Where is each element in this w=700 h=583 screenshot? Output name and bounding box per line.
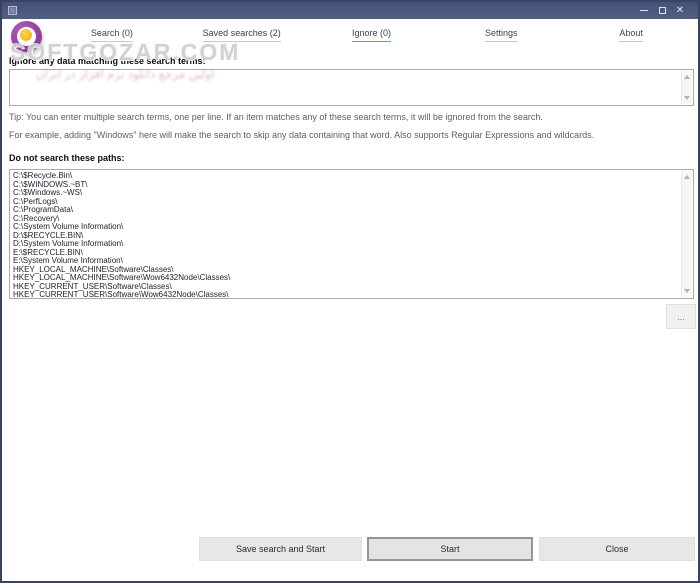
- maximize-icon: [658, 7, 666, 14]
- scroll-down-icon[interactable]: [684, 96, 690, 100]
- ignore-terms-textarea[interactable]: [9, 69, 694, 106]
- titlebar: ✕: [2, 2, 698, 19]
- maximize-button[interactable]: [653, 2, 671, 19]
- tab-about-label: About: [619, 28, 643, 42]
- scroll-down-icon[interactable]: [684, 289, 690, 293]
- start-button[interactable]: Start: [367, 537, 533, 561]
- browse-paths-button[interactable]: ...: [666, 304, 696, 329]
- window-controls: ✕: [635, 2, 698, 19]
- ignore-tip-text: Tip: You can enter multiple search terms…: [9, 112, 543, 122]
- excluded-paths-scrollbar[interactable]: [681, 171, 692, 297]
- scroll-up-icon[interactable]: [684, 75, 690, 79]
- ignore-terms-text: [13, 72, 679, 104]
- excluded-paths-textarea[interactable]: C:\$Recycle.Bin\ C:\$WINDOWS.~BT\ C:\$Wi…: [9, 169, 694, 299]
- tab-search[interactable]: Search (0): [47, 28, 177, 42]
- close-button[interactable]: ✕: [671, 2, 689, 19]
- app-icon: [8, 6, 17, 15]
- tab-about[interactable]: About: [566, 28, 696, 42]
- minimize-icon: [640, 10, 648, 11]
- logo-dot: [20, 29, 32, 41]
- app-window: ✕ Search (0) Saved searches (2) Ignore (…: [0, 0, 700, 583]
- tab-settings-label: Settings: [485, 28, 518, 42]
- scroll-up-icon[interactable]: [684, 175, 690, 179]
- tab-ignore-label: Ignore (0): [351, 28, 391, 42]
- save-search-and-start-button[interactable]: Save search and Start: [199, 537, 362, 561]
- excluded-paths-label: Do not search these paths:: [9, 153, 125, 163]
- excluded-paths-text: C:\$Recycle.Bin\ C:\$WINDOWS.~BT\ C:\$Wi…: [13, 172, 231, 297]
- tab-saved-searches-label: Saved searches (2): [202, 28, 281, 42]
- app-logo-icon: [11, 21, 42, 52]
- tab-bar: Search (0) Saved searches (2) Ignore (0)…: [47, 19, 696, 50]
- tab-search-label: Search (0): [90, 28, 133, 42]
- ignore-terms-scrollbar[interactable]: [681, 71, 692, 104]
- minimize-button[interactable]: [635, 2, 653, 19]
- ignore-terms-label: Ignore any data matching these search te…: [9, 56, 206, 66]
- tab-saved-searches[interactable]: Saved searches (2): [177, 28, 307, 42]
- tab-ignore[interactable]: Ignore (0): [307, 28, 437, 42]
- navbar: Search (0) Saved searches (2) Ignore (0)…: [2, 19, 698, 52]
- tab-settings[interactable]: Settings: [436, 28, 566, 42]
- ignore-example-text: For example, adding "Windows" here will …: [9, 130, 595, 140]
- close-dialog-button[interactable]: Close: [539, 537, 695, 561]
